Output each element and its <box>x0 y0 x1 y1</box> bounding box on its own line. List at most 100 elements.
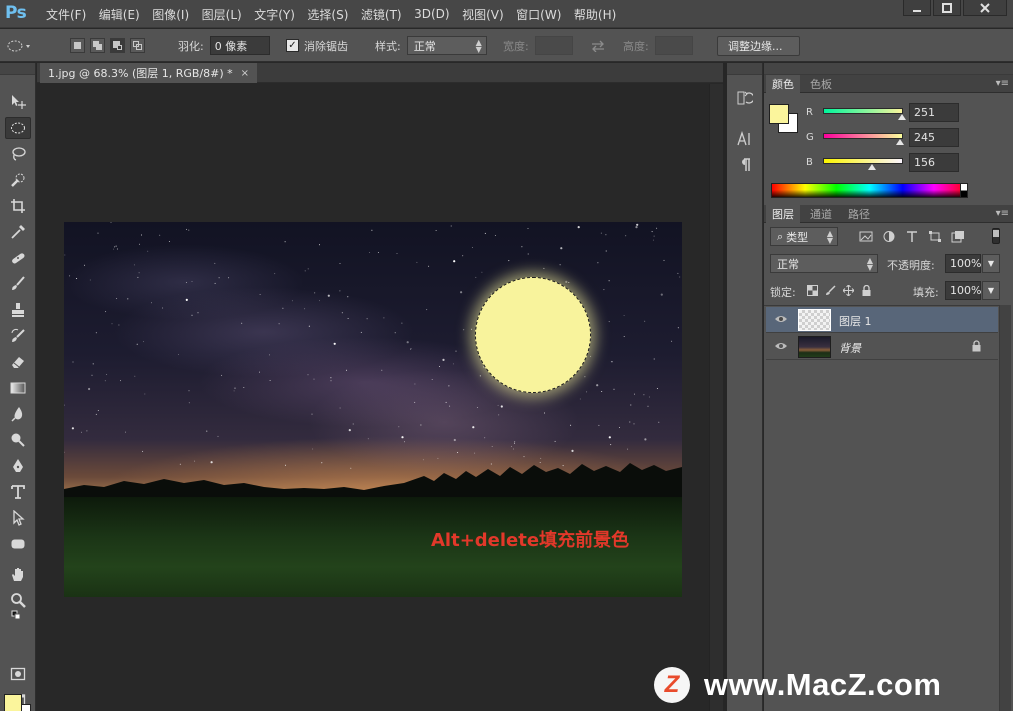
rectangle-tool[interactable] <box>5 533 31 555</box>
filter-pixel-icon[interactable] <box>859 230 873 243</box>
gradient-tool[interactable] <box>5 377 31 399</box>
healing-brush-tool[interactable] <box>5 247 31 269</box>
pen-tool[interactable] <box>5 455 31 477</box>
filter-type-icon[interactable] <box>905 230 919 243</box>
layer-row-layer1[interactable]: 图层 1 <box>766 307 998 333</box>
blend-mode-select[interactable]: 正常 ▲ ▼ <box>770 254 878 273</box>
character-panel-button[interactable] <box>735 129 755 149</box>
red-slider-track[interactable] <box>823 108 903 114</box>
menu-edit[interactable]: 编辑(E) <box>99 6 140 23</box>
path-selection-tool[interactable] <box>5 507 31 529</box>
filter-toggle-switch[interactable] <box>992 228 1000 244</box>
dock-grip[interactable] <box>727 63 762 75</box>
menu-file[interactable]: 文件(F) <box>46 6 86 23</box>
new-selection-button[interactable] <box>70 38 85 53</box>
intersect-selection-button[interactable] <box>130 38 145 53</box>
color-spectrum[interactable] <box>771 183 968 198</box>
eye-icon[interactable] <box>774 341 788 351</box>
subtract-from-selection-button[interactable] <box>110 38 125 53</box>
clone-stamp-tool[interactable] <box>5 299 31 321</box>
tab-color[interactable]: 颜色 <box>766 75 800 93</box>
blur-tool[interactable] <box>5 403 31 425</box>
refine-edge-button[interactable]: 调整边缘... <box>717 35 800 56</box>
tab-layers[interactable]: 图层 <box>766 205 800 223</box>
document-tab[interactable]: 1.jpg @ 68.3% (图层 1, RGB/8#) * × <box>40 63 258 83</box>
star <box>643 394 645 396</box>
green-slider-thumb[interactable] <box>895 139 904 145</box>
blue-slider-track[interactable] <box>823 158 903 164</box>
foreground-color-swatch[interactable] <box>4 694 22 711</box>
menu-layer[interactable]: 图层(L) <box>202 6 242 23</box>
filter-shape-icon[interactable] <box>928 230 942 243</box>
layer-row-background[interactable]: 背景 <box>766 334 998 360</box>
add-to-selection-button[interactable] <box>90 38 105 53</box>
filter-kind-select[interactable]: ⌕ 类型 ▲ ▼ <box>770 227 838 246</box>
filter-smart-object-icon[interactable] <box>951 230 965 243</box>
opacity-input[interactable]: 100% <box>945 254 981 273</box>
panel-foreground-swatch[interactable] <box>769 104 789 124</box>
green-slider-track[interactable] <box>823 133 903 139</box>
minimize-button[interactable] <box>903 0 931 16</box>
dodge-tool[interactable] <box>5 429 31 451</box>
paragraph-panel-button[interactable] <box>735 155 755 175</box>
tab-swatches[interactable]: 色板 <box>804 75 838 93</box>
height-input[interactable] <box>654 36 693 55</box>
swap-dimensions-button[interactable] <box>590 29 606 62</box>
quick-selection-tool[interactable] <box>5 169 31 191</box>
fill-dropdown[interactable]: ▼ <box>982 281 1000 300</box>
close-button[interactable] <box>963 0 1007 16</box>
hand-tool[interactable] <box>5 563 31 585</box>
brush-tool[interactable] <box>5 273 31 295</box>
black-white-swatch[interactable] <box>960 183 968 198</box>
menu-3d[interactable]: 3D(D) <box>414 7 449 21</box>
menu-view[interactable]: 视图(V) <box>462 6 504 23</box>
crop-tool[interactable] <box>5 195 31 217</box>
menu-window[interactable]: 窗口(W) <box>516 6 561 23</box>
layers-panel-menu-icon[interactable]: ▾≡ <box>996 208 1009 219</box>
red-slider-thumb[interactable] <box>897 114 906 120</box>
panel-menu-icon[interactable]: ▾≡ <box>996 78 1009 89</box>
red-value-input[interactable]: 251 <box>909 103 959 122</box>
eye-icon[interactable] <box>774 314 788 324</box>
lock-position-icon[interactable] <box>843 285 854 296</box>
menu-help[interactable]: 帮助(H) <box>574 6 616 23</box>
quick-mask-button[interactable] <box>5 663 31 685</box>
move-tool[interactable] <box>5 91 31 113</box>
elliptical-marquee-tool[interactable] <box>5 117 31 139</box>
menu-image[interactable]: 图像(I) <box>152 6 189 23</box>
panels-grip[interactable] <box>764 63 1013 75</box>
canvas-scrollbar[interactable] <box>709 84 723 711</box>
default-swap-colors[interactable] <box>5 610 31 625</box>
eraser-tool[interactable] <box>5 351 31 373</box>
type-tool[interactable] <box>5 481 31 503</box>
lock-pixels-icon[interactable] <box>825 285 836 296</box>
opacity-dropdown[interactable]: ▼ <box>982 254 1000 273</box>
green-value-input[interactable]: 245 <box>909 128 959 147</box>
filter-adjustment-icon[interactable] <box>882 230 896 243</box>
tool-preset-picker[interactable] <box>6 29 32 62</box>
antialias-checkbox[interactable]: ✓ <box>286 39 299 52</box>
layers-scrollbar[interactable] <box>999 305 1011 711</box>
style-select[interactable]: 正常 ▲ ▼ <box>406 36 487 55</box>
history-panel-button[interactable] <box>735 88 755 108</box>
feather-input[interactable]: 0 像素 <box>209 36 270 55</box>
menu-filter[interactable]: 滤镜(T) <box>361 6 402 23</box>
tab-channels[interactable]: 通道 <box>804 205 838 223</box>
lock-all-icon[interactable] <box>861 285 872 296</box>
blue-value-input[interactable]: 156 <box>909 153 959 172</box>
history-brush-tool[interactable] <box>5 325 31 347</box>
zoom-tool[interactable] <box>5 589 31 611</box>
tab-paths[interactable]: 路径 <box>842 205 876 223</box>
lock-transparent-icon[interactable] <box>807 285 818 296</box>
fill-input[interactable]: 100% <box>945 281 981 300</box>
menu-type[interactable]: 文字(Y) <box>254 6 295 23</box>
eyedropper-tool[interactable] <box>5 221 31 243</box>
blue-slider-thumb[interactable] <box>867 164 876 170</box>
filled-selection-circle[interactable] <box>475 277 591 393</box>
lasso-tool[interactable] <box>5 143 31 165</box>
menu-select[interactable]: 选择(S) <box>307 6 348 23</box>
document-close-icon[interactable]: × <box>241 68 249 79</box>
maximize-button[interactable] <box>933 0 961 16</box>
width-input[interactable] <box>534 36 573 55</box>
toolbox-grip[interactable] <box>0 63 35 75</box>
